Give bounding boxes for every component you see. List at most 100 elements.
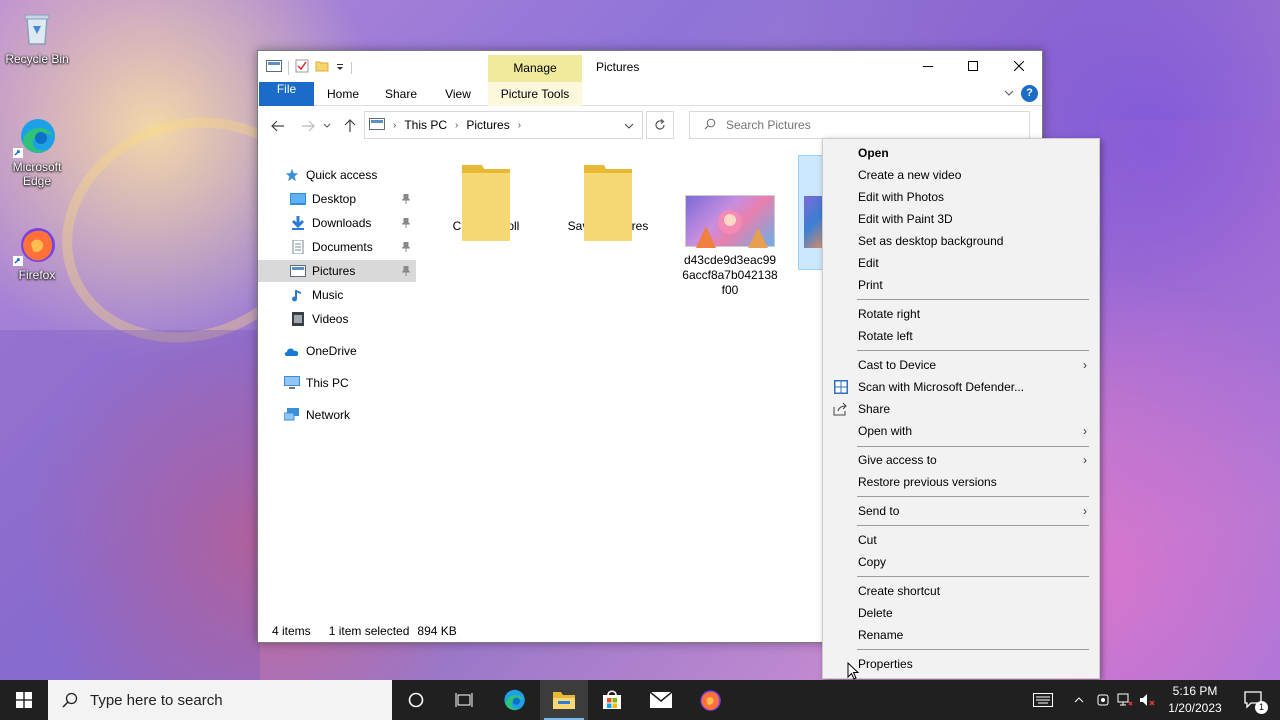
taskbar-search-box[interactable]: Type here to search [48,680,392,720]
menu-item-rotate-left[interactable]: Rotate left [823,325,1099,347]
mail-envelope-icon [649,691,673,708]
taskbar-store-button[interactable] [588,680,636,720]
item-count: 4 items [272,624,311,638]
file-item-saved-pictures[interactable]: Saved Pictures [550,161,666,245]
menu-item-restore[interactable]: Restore previous versions [823,471,1099,493]
menu-item-edit-paint3d[interactable]: Edit with Paint 3D [823,208,1099,230]
tab-view[interactable]: View [437,82,479,106]
firefox-icon [700,690,721,711]
menu-item-set-background[interactable]: Set as desktop background [823,230,1099,252]
window-title: Pictures [596,60,640,74]
menu-item-print[interactable]: Print [823,274,1099,296]
taskbar-firefox-button[interactable] [686,680,734,720]
firefox-icon [13,224,57,266]
menu-item-create-shortcut[interactable]: Create shortcut [823,580,1099,602]
taskbar-file-explorer-button[interactable] [540,680,588,720]
taskbar-mail-button[interactable] [637,680,685,720]
menu-item-cut[interactable]: Cut [823,529,1099,551]
menu-item-copy[interactable]: Copy [823,551,1099,573]
nav-label: Desktop [312,192,357,206]
tray-app-icon[interactable] [1092,693,1114,707]
taskbar-clock[interactable]: 5:16 PM 1/20/2023 [1160,683,1230,717]
edge-icon [13,116,57,158]
menu-item-share[interactable]: Share [823,398,1099,420]
menu-item-delete[interactable]: Delete [823,602,1099,624]
computer-icon [284,376,300,389]
nav-network[interactable]: Network [258,404,416,426]
nav-onedrive[interactable]: OneDrive [258,340,416,362]
menu-item-send-to[interactable]: Send to › [823,500,1099,522]
back-button[interactable] [268,118,288,134]
tab-share[interactable]: Share [379,82,423,106]
desktop-icon-recycle-bin[interactable]: Recycle Bin [0,8,74,66]
taskbar-edge-button[interactable] [490,680,538,720]
network-status-icon[interactable] [1114,693,1136,707]
nav-downloads[interactable]: Downloads [258,212,416,234]
pin-icon[interactable] [402,194,410,204]
minimize-button[interactable] [905,51,951,81]
menu-item-cast[interactable]: Cast to Device › [823,354,1099,376]
maximize-button[interactable] [950,51,996,81]
refresh-button[interactable] [646,111,674,139]
menu-item-edit-photos[interactable]: Edit with Photos [823,186,1099,208]
properties-icon[interactable] [295,59,309,76]
show-hidden-icons-chevron-icon[interactable] [1066,697,1092,703]
menu-item-edit[interactable]: Edit [823,252,1099,274]
search-input[interactable] [726,118,1006,132]
wallpaper-shape [1100,120,1280,680]
nav-pictures[interactable]: Pictures [258,260,416,282]
breadcrumb-this-pc[interactable]: This PC [404,118,447,132]
nav-desktop[interactable]: Desktop [258,188,416,210]
address-dropdown-button[interactable] [624,118,634,132]
menu-item-rotate-right[interactable]: Rotate right [823,303,1099,325]
tab-picture-tools[interactable]: Picture Tools [488,82,582,106]
expand-ribbon-button[interactable] [1004,87,1014,101]
nav-videos[interactable]: Videos [258,308,416,330]
menu-item-properties[interactable]: Properties [823,653,1099,675]
forward-arrow-icon [302,120,315,132]
breadcrumb-pictures[interactable]: Pictures [466,118,509,132]
pin-icon[interactable] [402,266,410,276]
volume-muted-icon[interactable] [1136,693,1158,707]
nav-music[interactable]: Music [258,284,416,306]
customize-toolbar-icon[interactable] [335,61,345,75]
cortana-circle-icon [408,692,424,708]
file-item-camera-roll[interactable]: Camera Roll [428,161,544,245]
nav-documents[interactable]: Documents [258,236,416,258]
desktop-icon-label: Recycle Bin [5,52,69,66]
desktop-icon-firefox[interactable]: Firefox [0,224,74,282]
tab-file[interactable]: File [259,82,314,106]
desktop-folder-icon [290,193,306,205]
action-center-button[interactable]: 1 [1236,680,1272,720]
pin-icon[interactable] [402,218,410,228]
close-icon [1014,61,1024,71]
file-item-image[interactable]: d43cde9d3eac99 6accf8a7b042138 f00 [672,161,788,298]
nav-quick-access[interactable]: Quick access [258,164,416,186]
menu-item-open-with[interactable]: Open with › [823,420,1099,442]
tab-home[interactable]: Home [321,82,365,106]
touch-keyboard-icon[interactable] [1030,693,1056,707]
tab-manage[interactable]: Manage [488,55,582,82]
address-bar[interactable]: › This PC › Pictures › [364,111,643,139]
pin-icon[interactable] [402,242,410,252]
up-button[interactable] [340,118,360,134]
taskbar-search-placeholder: Type here to search [90,691,223,709]
start-button[interactable] [0,680,48,720]
title-bar[interactable]: Manage Pictures [258,51,1042,82]
menu-item-open[interactable]: Open [823,142,1099,164]
desktop-icon-edge[interactable]: Microsoft Edge [0,116,74,188]
menu-item-create-video[interactable]: Create a new video [823,164,1099,186]
menu-item-give-access[interactable]: Give access to › [823,449,1099,471]
cloud-icon [284,348,299,356]
close-button[interactable] [996,51,1042,81]
recent-locations-button[interactable] [321,118,333,134]
help-button[interactable]: ? [1021,85,1038,102]
menu-item-rename[interactable]: Rename [823,624,1099,646]
forward-button[interactable] [298,118,318,134]
task-view-button[interactable] [440,680,488,720]
search-box[interactable] [689,111,1030,139]
cortana-button[interactable] [392,680,440,720]
nav-this-pc[interactable]: This PC [258,372,416,394]
new-folder-icon[interactable] [315,59,329,76]
menu-item-scan[interactable]: Scan with Microsoft Defender... [823,376,1099,398]
